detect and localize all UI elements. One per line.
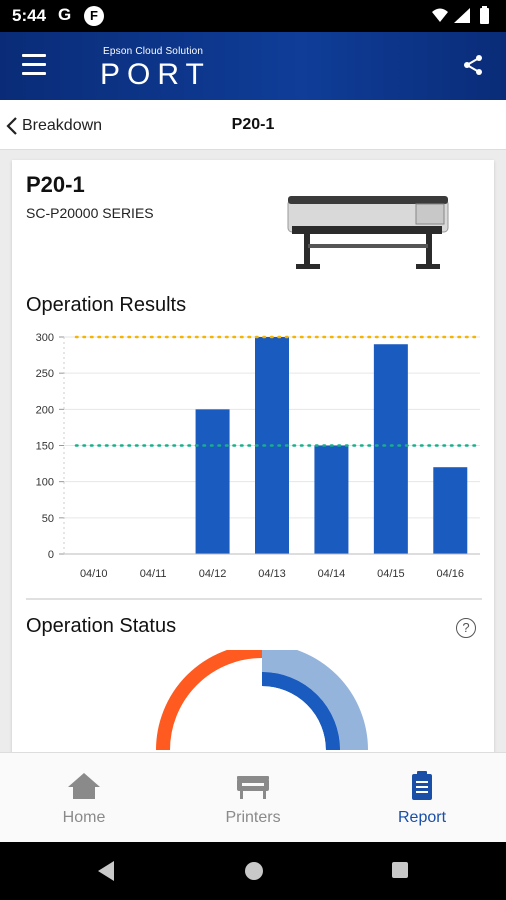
tab-printers[interactable]: Printers xyxy=(169,753,337,843)
tab-report-label: Report xyxy=(397,809,447,826)
clipboard-icon xyxy=(412,771,432,800)
y-tick-label: 0 xyxy=(48,549,54,561)
hamburger-menu-icon[interactable] xyxy=(22,54,48,76)
bar xyxy=(314,445,349,554)
section-divider xyxy=(26,598,482,600)
y-tick-label: 150 xyxy=(36,441,54,453)
tab-home-label: Home xyxy=(62,809,106,826)
y-tick-label: 100 xyxy=(36,477,54,489)
recents-square-icon[interactable] xyxy=(390,860,410,880)
help-icon[interactable]: ? xyxy=(456,618,476,638)
android-navigation-bar xyxy=(0,842,506,900)
printer-model: SC-P20000 SERIES xyxy=(26,205,154,221)
bottom-navigation: Home Printers Report xyxy=(0,752,506,842)
y-tick-label: 250 xyxy=(36,368,54,380)
status-bar: 5:44 G F xyxy=(0,0,506,32)
page-title: P20-1 xyxy=(231,116,275,133)
y-tick-label: 300 xyxy=(36,332,54,344)
x-tick-label: 04/10 xyxy=(80,568,108,580)
tab-home[interactable]: Home xyxy=(0,753,168,843)
printer-icon xyxy=(237,776,269,799)
printer-name: P20-1 xyxy=(26,172,85,197)
bar xyxy=(433,467,468,554)
x-tick-label: 04/16 xyxy=(437,568,465,580)
tab-printers-label: Printers xyxy=(225,809,281,826)
navigation-bar: Breakdown P20-1 xyxy=(0,100,506,150)
x-tick-label: 04/13 xyxy=(258,568,286,580)
operation-results-title: Operation Results xyxy=(26,294,187,316)
share-icon[interactable] xyxy=(462,54,484,76)
home-circle-icon[interactable] xyxy=(243,860,265,882)
x-tick-label: 04/11 xyxy=(140,568,167,580)
operation-results-chart: 0 50 100 150 200 250 300 04/10 04/11 04/12 04/13 04… xyxy=(36,332,482,580)
signal-icon xyxy=(454,8,470,23)
bar xyxy=(373,344,408,554)
back-triangle-icon[interactable] xyxy=(96,860,116,882)
google-icon: G xyxy=(58,5,72,24)
status-time: 5:44 xyxy=(12,6,47,25)
x-tick-label: 04/12 xyxy=(199,568,227,580)
tab-report[interactable]: Report xyxy=(338,753,506,843)
printer-report-card: P20-1 SC-P20000 SERIES Operation Results… xyxy=(12,160,494,760)
brand-logo: PORT xyxy=(100,58,211,91)
donut-orange-arc xyxy=(156,650,263,751)
printer-image xyxy=(287,196,449,269)
operation-status-donut xyxy=(156,650,368,751)
y-tick-label: 200 xyxy=(36,404,54,416)
home-icon xyxy=(68,773,100,799)
app-header: Epson Cloud Solution PORT xyxy=(0,32,506,100)
notification-f-icon: F xyxy=(84,6,104,26)
brand-subtitle: Epson Cloud Solution xyxy=(103,46,204,57)
x-tick-label: 04/15 xyxy=(377,568,405,580)
status-icons xyxy=(432,6,489,24)
battery-icon xyxy=(480,8,489,24)
operation-status-title: Operation Status xyxy=(26,615,177,637)
x-tick-label: 04/14 xyxy=(318,568,346,580)
y-tick-label: 50 xyxy=(42,513,54,525)
wifi-icon xyxy=(432,8,448,22)
bar xyxy=(195,409,230,554)
